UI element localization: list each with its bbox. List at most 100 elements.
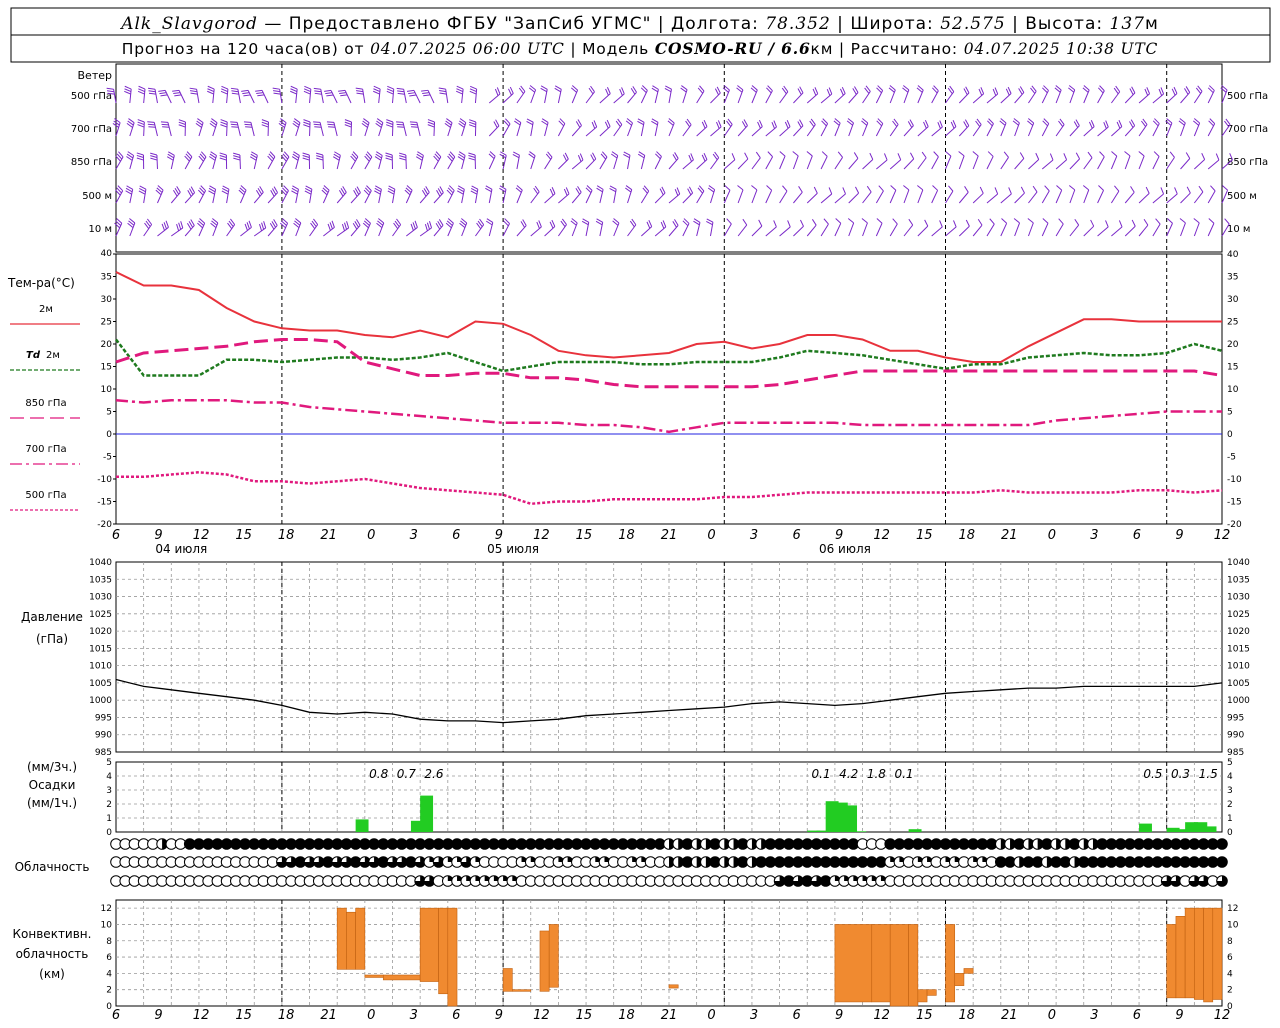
wind-barb-flag xyxy=(304,86,310,89)
meteogram-svg: Alk_Slavgorod — Предоставлено ФГБУ "ЗапС… xyxy=(0,0,1280,1024)
header-line-1: Alk_Slavgorod — Предоставлено ФГБУ "ЗапС… xyxy=(119,14,1159,34)
conv-bar xyxy=(964,968,973,973)
conv-tick-label: 6 xyxy=(106,953,112,963)
wind-barb-flag xyxy=(316,158,323,160)
wind-barb-flag xyxy=(924,122,927,128)
wind-barb-flag xyxy=(934,152,939,157)
wind-barb-flag xyxy=(898,153,901,159)
wind-barb-flag xyxy=(1099,152,1104,157)
wind-barb-flag xyxy=(1088,152,1092,158)
precip-title-1: (мм/3ч.) xyxy=(27,760,77,774)
wind-barb-flag xyxy=(1154,152,1159,157)
precip-tick-label-right: 1 xyxy=(1227,814,1233,824)
wind-barb-flag xyxy=(550,222,553,228)
wind-barb-flag xyxy=(137,153,144,155)
wind-barb-flag xyxy=(704,120,707,126)
wind-barb xyxy=(890,224,897,236)
wind-barb-flag xyxy=(324,90,331,91)
wind-barb-flag xyxy=(221,91,227,94)
wind-barb-flag xyxy=(1069,186,1074,190)
wind-barb-flag xyxy=(469,122,476,124)
wind-barb-flag xyxy=(125,86,131,89)
wind-barb xyxy=(1084,190,1089,203)
conv-bar xyxy=(927,990,936,996)
wind-barb-flag xyxy=(164,222,166,229)
wind-barb xyxy=(1208,191,1215,203)
hour-label: 12 xyxy=(533,1008,550,1023)
precip-bar xyxy=(853,831,866,832)
wind-barb-flag xyxy=(345,120,352,122)
header-line-2: Прогноз на 120 часа(ов) от 04.07.2025 06… xyxy=(122,39,1158,58)
wind-barb-flag xyxy=(879,186,884,191)
hour-label: 12 xyxy=(193,528,210,543)
wind-barb-flag xyxy=(191,93,198,94)
wind-barb-flag xyxy=(1076,153,1079,159)
hour-label: 12 xyxy=(1214,1008,1231,1023)
wind-barb xyxy=(1098,190,1104,203)
wind-barb-flag xyxy=(1059,219,1064,224)
wind-barb-flag xyxy=(1194,219,1199,223)
wind-barb-flag xyxy=(138,89,144,92)
wind-barb-flag xyxy=(456,91,462,94)
temp-tick-label-right: 10 xyxy=(1227,385,1239,395)
wind-barb-flag xyxy=(1187,187,1190,193)
pressure-tick-label: 1035 xyxy=(89,575,112,585)
wind-barb xyxy=(849,193,859,203)
wind-barb-flag xyxy=(148,88,155,89)
wind-level-label: 10 м xyxy=(89,224,112,235)
wind-barb xyxy=(959,156,964,169)
temp-tick-label-right: 0 xyxy=(1227,430,1233,440)
wind-barb-flag xyxy=(347,221,349,228)
wind-barb xyxy=(904,225,913,236)
wind-barb-flag xyxy=(732,153,735,159)
wind-barb-flag xyxy=(1033,186,1037,192)
wind-barb-flag xyxy=(396,122,403,123)
hour-label: 15 xyxy=(576,528,593,543)
wind-barb-flag xyxy=(174,95,181,96)
wind-barb-flag xyxy=(138,125,145,127)
precip-tick-label-right: 2 xyxy=(1227,800,1233,810)
wind-barb xyxy=(890,190,896,203)
pressure-tick-label: 1015 xyxy=(89,644,112,654)
wind-barb xyxy=(946,227,957,236)
wind-barb-flag xyxy=(552,220,555,226)
wind-barb-flag xyxy=(938,122,941,128)
wind-barb-flag xyxy=(179,223,181,230)
wind-barb xyxy=(724,160,735,169)
wind-barb xyxy=(1153,156,1159,169)
wind-barb-flag xyxy=(1175,187,1178,193)
wind-barb-flag xyxy=(162,127,169,128)
wind-barb-flag xyxy=(1125,152,1131,156)
wind-barb xyxy=(1125,192,1134,203)
legend-label: 850 гПа xyxy=(25,398,66,409)
wind-barb xyxy=(1181,223,1186,236)
wind-barb-flag xyxy=(469,125,476,127)
hour-label: 18 xyxy=(958,1008,975,1023)
wind-barb-flag xyxy=(411,127,418,128)
wind-barb-flag xyxy=(428,125,435,127)
conv-bar xyxy=(669,985,678,988)
hour-label: 12 xyxy=(873,528,890,543)
wind-barb-flag xyxy=(386,158,393,160)
wind-barb-flag xyxy=(1106,220,1109,226)
temp-tick-label-right: 20 xyxy=(1227,340,1239,350)
wind-barb xyxy=(1015,158,1024,169)
wind-barb xyxy=(793,192,802,203)
conv-bar xyxy=(1194,908,1203,999)
hour-label: 6 xyxy=(112,1008,120,1023)
wind-barb-flag xyxy=(262,122,269,124)
wind-barb-flag xyxy=(780,152,785,157)
wind-barb-flag xyxy=(262,120,269,122)
wind-barb xyxy=(835,194,846,203)
wind-barb-flag xyxy=(940,220,943,226)
wind-barb xyxy=(766,190,772,203)
hour-label: 0 xyxy=(1048,528,1056,543)
wind-barb-flag xyxy=(1167,219,1172,224)
pressure-tick-label-right: 995 xyxy=(1227,713,1244,723)
wind-barb-flag xyxy=(702,155,705,161)
wind-barb-flag xyxy=(342,224,344,231)
wind-barb-flag xyxy=(208,86,214,89)
wind-barb-flag xyxy=(374,86,380,89)
wind-barb-flag xyxy=(387,89,393,92)
precip-bar xyxy=(909,829,922,832)
